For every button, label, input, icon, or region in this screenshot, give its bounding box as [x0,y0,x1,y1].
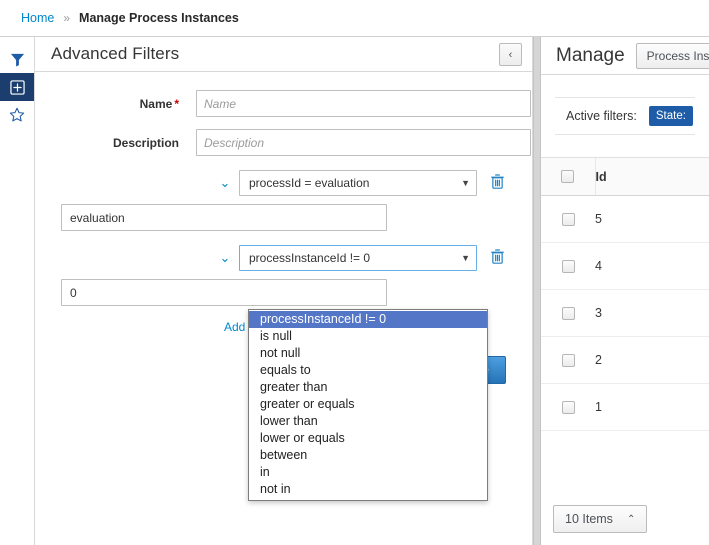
rail-item-filters[interactable] [0,45,34,73]
advanced-filters-header: Advanced Filters ‹ [35,37,532,72]
manage-header: Manage Process Inst [541,37,709,75]
breadcrumb-separator: » [63,11,71,25]
collapse-panel-button[interactable]: ‹ [499,43,522,66]
description-input[interactable] [196,129,531,156]
rail-item-new-filter[interactable] [0,73,34,101]
chevron-down-icon[interactable]: ⌄ [211,250,239,266]
table-row[interactable]: 3 [541,289,709,337]
condition-value-input-1[interactable] [61,204,387,231]
breadcrumb-link-home[interactable]: Home [21,11,54,25]
cell-id: 4 [595,242,709,290]
description-label: Description [112,135,179,150]
form-row-description: Description [35,129,532,156]
dropdown-option[interactable]: greater than [249,379,487,396]
form-row-name: Name * [35,90,532,117]
table-header-row: Id [541,157,709,196]
panel-split-handle[interactable] [533,37,541,545]
trash-icon [491,174,504,192]
row-select-cell [541,242,595,290]
dropdown-option[interactable]: is null [249,328,487,345]
icon-rail [0,37,35,545]
table-row[interactable]: 5 [541,195,709,243]
row-select-cell [541,289,595,337]
name-label: Name * [139,96,179,111]
delete-condition-button-1[interactable] [491,174,504,192]
manage-title: Manage [556,44,625,66]
row-select-cell [541,336,595,384]
dropdown-option[interactable]: lower or equals [249,430,487,447]
trash-icon [491,249,504,267]
condition-select-1-value: processId = evaluation [249,176,370,190]
advanced-filters-panel: Advanced Filters ‹ Name* Description ⌄ [35,37,533,545]
star-icon [9,107,25,123]
chevron-down-icon: ▼ [461,178,470,188]
items-per-page-label: 10 Items [565,512,613,526]
select-all-checkbox[interactable] [561,170,575,183]
condition-value-row-2 [51,279,532,306]
row-checkbox[interactable] [561,259,575,273]
condition-select-2-value: processInstanceId != 0 [249,251,371,265]
condition-header: ⌄ processInstanceId != 0 ▼ [51,245,532,271]
items-per-page-select[interactable]: 10 Items ⌃ [553,505,648,533]
breadcrumb: Home » Manage Process Instances [0,0,709,37]
condition-operator-dropdown[interactable]: processInstanceId != 0 is null not null equ… [248,309,488,501]
row-checkbox[interactable] [561,353,575,367]
dropdown-option[interactable]: equals to [249,362,487,379]
dropdown-option[interactable]: not in [249,481,487,498]
dropdown-option[interactable]: between [249,447,487,464]
name-input[interactable] [196,90,531,117]
condition-header: ⌄ processId = evaluation ▼ [51,170,532,196]
table-row[interactable]: 2 [541,336,709,384]
row-select-cell [541,195,595,243]
active-filter-chip-state[interactable]: State: [648,106,693,126]
required-marker: * [174,96,179,111]
add-square-icon [9,79,25,95]
chevron-down-icon[interactable]: ⌄ [211,175,239,191]
breadcrumb-current: Manage Process Instances [79,11,239,25]
table-row[interactable]: 1 [541,383,709,431]
condition-value-input-2[interactable] [61,279,387,306]
table-row[interactable]: 4 [541,242,709,290]
select-all-header [541,157,595,196]
delete-condition-button-2[interactable] [491,249,504,267]
chevron-up-icon: ⌃ [626,513,636,525]
cell-id: 3 [595,289,709,337]
row-select-cell [541,383,595,431]
rail-item-saved-filters[interactable] [0,101,34,129]
filter-icon [10,52,25,67]
active-filters-label: Active filters: [566,109,637,123]
dropdown-option[interactable]: processInstanceId != 0 [249,311,487,328]
condition-select-1[interactable]: processId = evaluation ▼ [239,170,477,196]
cell-id: 2 [595,336,709,384]
page-title: Advanced Filters [51,44,180,63]
dropdown-option[interactable]: in [249,464,487,481]
cell-id: 5 [595,195,709,243]
condition-select-2[interactable]: processInstanceId != 0 ▼ [239,245,477,271]
filter-condition-row: ⌄ processInstanceId != 0 ▼ [35,245,532,306]
table-body: 54321 [541,195,709,431]
active-filters-bar: Active filters: State: [555,97,695,135]
chevron-down-icon: ▼ [461,253,470,263]
chevron-left-icon: ‹ [508,48,513,61]
dropdown-option[interactable]: not null [249,345,487,362]
row-checkbox[interactable] [561,212,575,226]
dropdown-option[interactable]: lower than [249,413,487,430]
row-checkbox[interactable] [561,400,575,414]
dropdown-option[interactable]: greater or equals [249,396,487,413]
filter-condition-row: ⌄ processId = evaluation ▼ [35,170,532,231]
table-header: Id [541,157,709,196]
manage-process-instances-panel: Manage Process Inst Active filters: Stat… [541,37,709,545]
row-checkbox[interactable] [561,306,575,320]
page-body: Advanced Filters ‹ Name* Description ⌄ [0,37,709,545]
table-footer: 10 Items ⌃ [553,505,648,533]
tab-process-instances[interactable]: Process Inst [635,42,709,69]
cell-id: 1 [595,383,709,431]
process-instances-table: Id 54321 [541,157,709,431]
condition-value-row-1 [51,204,532,231]
column-header-id[interactable]: Id [594,157,709,196]
